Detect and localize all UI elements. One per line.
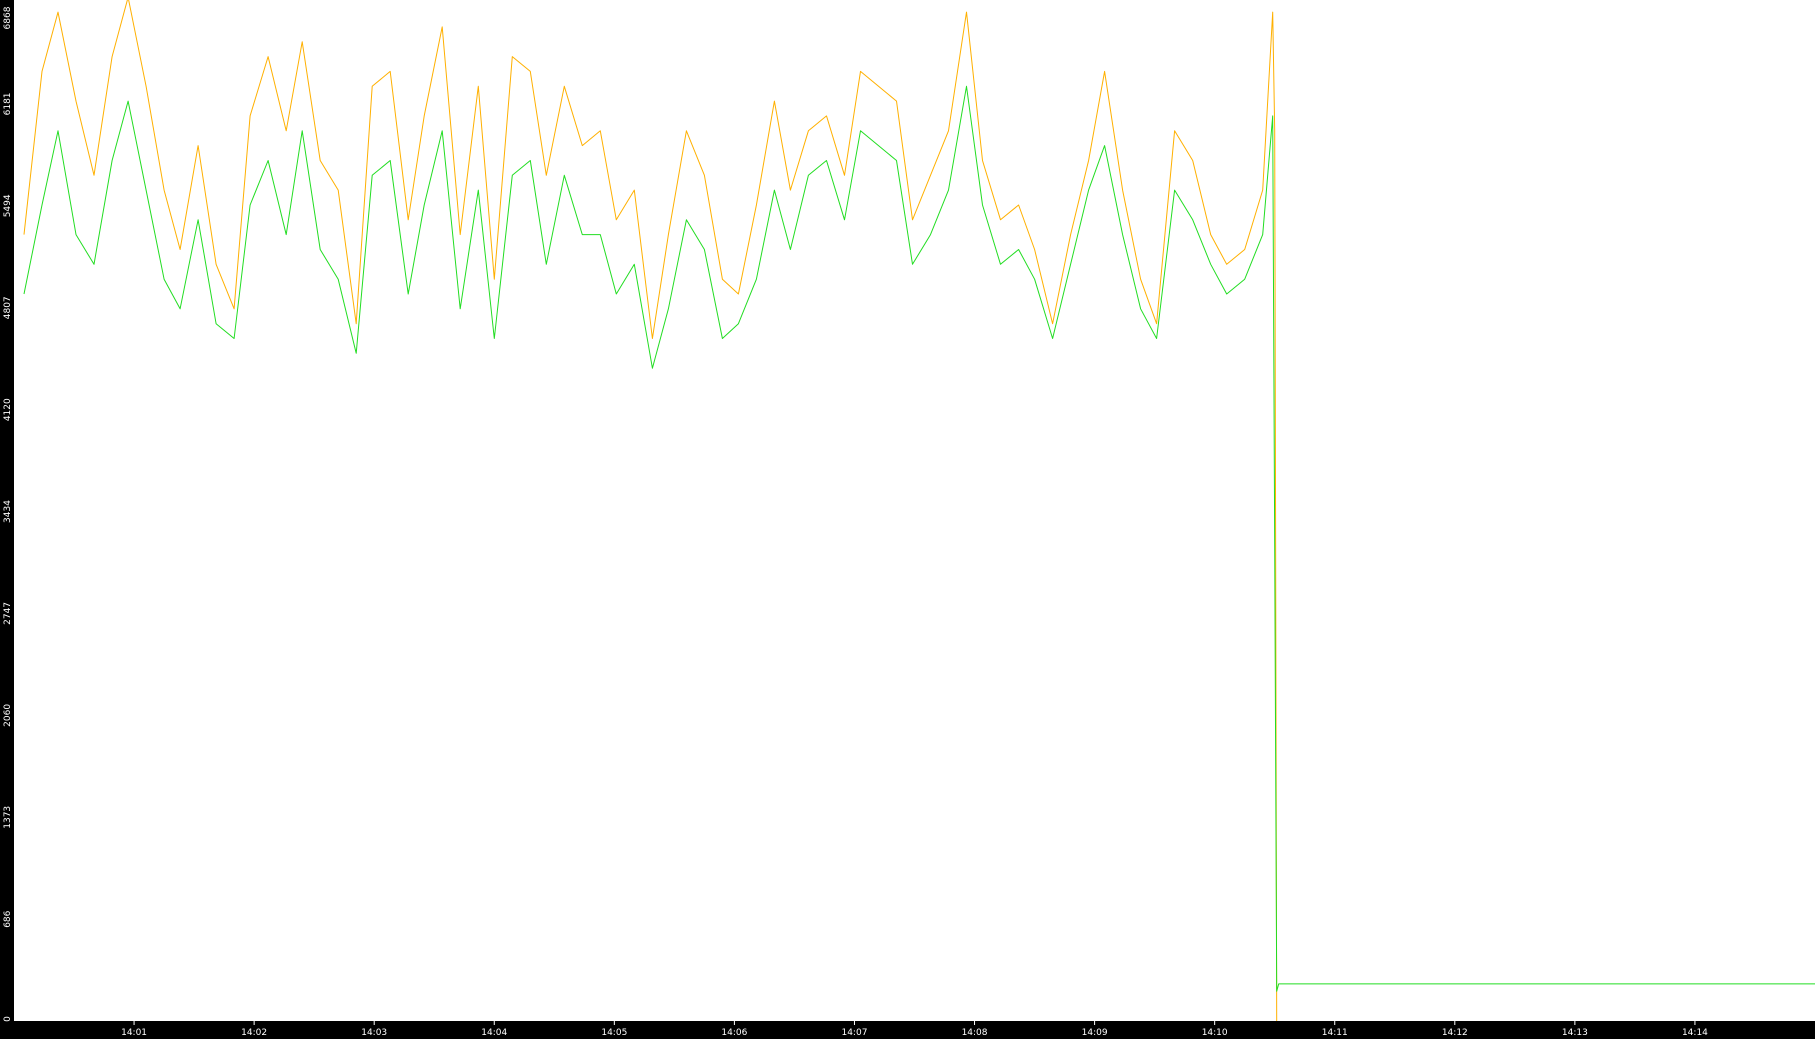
y-tick-label: 0: [3, 1016, 13, 1022]
x-tick-label: 14:13: [1562, 1028, 1588, 1038]
x-tick-label: 14:02: [241, 1028, 267, 1038]
x-tick-label: 14:04: [481, 1028, 507, 1038]
x-axis-strip: [0, 1021, 1815, 1039]
y-tick-label: 6868: [3, 6, 13, 29]
x-tick-label: 14:03: [361, 1028, 387, 1038]
y-tick-label: 2747: [3, 602, 13, 625]
x-tick-label: 14:07: [841, 1028, 867, 1038]
y-tick-label: 686: [3, 910, 13, 927]
x-tick-label: 14:14: [1682, 1028, 1708, 1038]
x-tick-label: 14:06: [721, 1028, 747, 1038]
series-layer: [23, 0, 1815, 1022]
y-tick-label: 6181: [3, 92, 13, 115]
x-tick-label: 14:05: [601, 1028, 627, 1038]
x-tick-label: 14:10: [1202, 1028, 1228, 1038]
y-tick-label: 4120: [3, 398, 13, 421]
series-line-orange: [23, 0, 1278, 1022]
x-tick-label: 14:01: [121, 1028, 147, 1038]
y-tick-label: 5494: [3, 194, 13, 217]
x-tick-label: 14:12: [1442, 1028, 1468, 1038]
y-tick-label: 3434: [3, 500, 13, 523]
line-chart: 6868 6181 5494 4807 4120 3434 2747 2060 1373 686 0…: [0, 0, 1815, 1039]
y-tick-label: 1373: [3, 806, 13, 829]
y-tick-label: 4807: [3, 296, 13, 319]
x-tick-label: 14:08: [962, 1028, 988, 1038]
y-tick-label: 2060: [3, 704, 13, 727]
x-tick-label: 14:09: [1082, 1028, 1108, 1038]
x-tick-label: 14:11: [1322, 1028, 1348, 1038]
series-line-green: [23, 85, 1815, 992]
